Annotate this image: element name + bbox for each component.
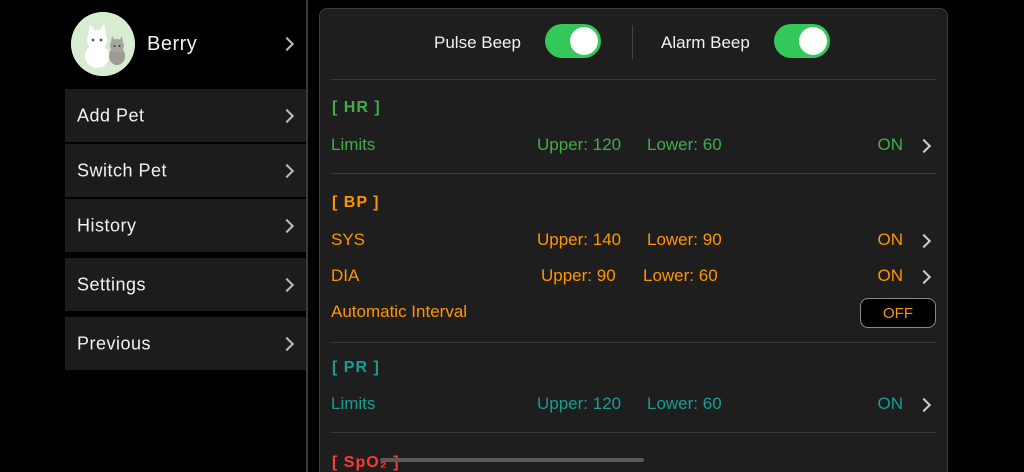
alarm-beep-toggle[interactable] (774, 24, 830, 58)
previous-button[interactable]: Previous (65, 317, 306, 370)
pet-name: Berry (147, 32, 198, 55)
bp-dia-row[interactable]: DIA Upper: 90 Lower: 60 ON (320, 266, 947, 290)
chevron-right-icon (279, 218, 295, 233)
chevron-right-icon (279, 108, 295, 123)
pr-lower-value: Lower: 60 (647, 394, 722, 413)
add-pet-button[interactable]: Add Pet (65, 89, 306, 142)
chevron-right-icon (279, 36, 295, 52)
bp-section-title: [ BP ] (332, 194, 380, 211)
automatic-interval-row: Automatic Interval (320, 302, 947, 326)
dia-state: ON (877, 266, 904, 285)
dia-lower-value: Lower: 60 (643, 266, 718, 285)
alarm-settings-panel: Pulse Beep Alarm Beep [ HR ] Limits Uppe… (319, 8, 948, 472)
history-button[interactable]: History (65, 199, 306, 252)
divider (331, 173, 936, 174)
sidebar-divider (306, 0, 308, 472)
divider (331, 342, 936, 343)
beep-toggle-row: Pulse Beep Alarm Beep (320, 9, 947, 77)
pr-upper-value: Upper: 120 (537, 394, 622, 413)
pr-limits-row[interactable]: Limits Upper: 120 Lower: 60 ON (320, 394, 947, 418)
hr-limits-row[interactable]: Limits Upper: 120 Lower: 60 ON (320, 135, 947, 159)
divider (331, 79, 936, 80)
sidebar: Berry Add Pet Switch Pet History Setting… (0, 0, 306, 472)
pulse-beep-toggle[interactable] (545, 24, 601, 58)
hr-lower-value: Lower: 60 (647, 135, 722, 154)
history-label: History (77, 215, 137, 235)
sys-state: ON (877, 230, 904, 249)
horizontal-scrollbar[interactable] (380, 458, 644, 462)
chevron-right-icon (916, 269, 932, 285)
pr-state: ON (877, 394, 904, 413)
settings-button[interactable]: Settings (65, 258, 306, 311)
switch-pet-label: Switch Pet (77, 160, 168, 180)
dia-label: DIA (331, 266, 360, 285)
chevron-right-icon (279, 163, 295, 178)
automatic-interval-label: Automatic Interval (331, 302, 468, 321)
automatic-interval-off-button[interactable]: OFF (860, 298, 936, 328)
bp-sys-row[interactable]: SYS Upper: 140 Lower: 90 ON (320, 230, 947, 254)
chevron-right-icon (279, 336, 295, 351)
add-pet-label: Add Pet (77, 105, 145, 125)
previous-label: Previous (77, 333, 152, 353)
cat-avatar-icon (71, 12, 135, 76)
sys-lower-value: Lower: 90 (647, 230, 722, 249)
pet-avatar (71, 12, 135, 76)
spo2-section-title: [ SpO₂ ] (332, 454, 400, 471)
toggle-separator (632, 25, 633, 59)
chevron-right-icon (916, 233, 932, 249)
chevron-right-icon (916, 397, 932, 413)
hr-limits-label: Limits (331, 135, 376, 154)
toggle-knob (570, 27, 598, 55)
alarm-beep-label: Alarm Beep (661, 33, 750, 52)
app-root: Berry Add Pet Switch Pet History Setting… (0, 0, 1024, 472)
divider (331, 432, 936, 433)
pulse-beep-label: Pulse Beep (434, 33, 521, 52)
sys-upper-value: Upper: 140 (537, 230, 622, 249)
pr-section-title: [ PR ] (332, 359, 380, 376)
dia-upper-value: Upper: 90 (541, 266, 616, 285)
switch-pet-button[interactable]: Switch Pet (65, 144, 306, 197)
settings-label: Settings (77, 274, 147, 294)
profile-row[interactable]: Berry (65, 8, 306, 80)
hr-upper-value: Upper: 120 (537, 135, 622, 154)
pr-limits-label: Limits (331, 394, 376, 413)
hr-section-title: [ HR ] (332, 99, 381, 116)
toggle-knob (799, 27, 827, 55)
hr-state: ON (877, 135, 904, 154)
sys-label: SYS (331, 230, 366, 249)
chevron-right-icon (916, 138, 932, 154)
chevron-right-icon (279, 277, 295, 292)
